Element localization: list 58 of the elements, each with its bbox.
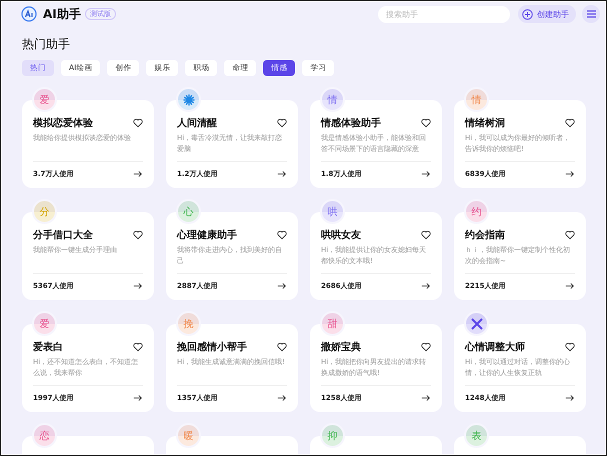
avatar-icon: 分	[32, 199, 57, 224]
arrow-right-icon[interactable]	[277, 393, 287, 403]
avatar-icon: 表	[464, 423, 489, 448]
section-title: 热门助手	[22, 36, 71, 53]
avatar-icon: 抑	[320, 423, 345, 448]
arrow-right-icon[interactable]	[133, 393, 143, 403]
card-title: 撒娇宝典	[321, 340, 361, 354]
card-title: 情感体验助手	[321, 116, 381, 130]
card-title: 心理健康助手	[177, 228, 237, 242]
avatar-icon: 恋	[32, 423, 57, 448]
card-title: 人间清醒	[177, 116, 217, 130]
arrow-right-icon[interactable]	[133, 281, 143, 291]
card-title: 心情调整大师	[465, 340, 525, 354]
arrow-right-icon[interactable]	[565, 169, 575, 179]
arrow-right-icon[interactable]	[277, 169, 287, 179]
app-name: AI助手	[43, 6, 81, 22]
card-title: 约会指南	[465, 228, 505, 242]
heart-icon[interactable]	[277, 118, 287, 128]
heart-icon[interactable]	[133, 342, 143, 352]
logo-icon	[21, 6, 37, 22]
heart-icon[interactable]	[277, 230, 287, 240]
card-title: 挽回感情小帮手	[177, 340, 247, 354]
heart-icon[interactable]	[565, 230, 575, 240]
menu-button[interactable]	[582, 5, 600, 23]
heart-icon[interactable]	[565, 118, 575, 128]
plus-icon	[522, 8, 533, 20]
heart-icon[interactable]	[421, 230, 431, 240]
avatar-icon: 情	[464, 87, 489, 112]
heart-icon[interactable]	[133, 118, 143, 128]
avatar-icon: 爱	[32, 311, 57, 336]
heart-icon[interactable]	[421, 342, 431, 352]
avatar-icon: 爱	[32, 87, 57, 112]
heart-icon[interactable]	[133, 230, 143, 240]
avatar-icon: 心	[176, 199, 201, 224]
arrow-right-icon[interactable]	[421, 281, 431, 291]
arrow-right-icon[interactable]	[133, 169, 143, 179]
card-title: 分手借口大全	[33, 228, 93, 242]
card-title: 模拟恋爱体验	[33, 116, 93, 130]
avatar-icon: 暖	[176, 423, 201, 448]
arrow-right-icon[interactable]	[565, 393, 575, 403]
avatar-icon: 哄	[320, 199, 345, 224]
heart-icon[interactable]	[565, 342, 575, 352]
menu-icon	[586, 10, 596, 18]
arrow-right-icon[interactable]	[565, 281, 575, 291]
heart-icon[interactable]	[277, 342, 287, 352]
card-title: 情绪树洞	[465, 116, 505, 130]
arrow-right-icon[interactable]	[277, 281, 287, 291]
avatar-icon: 情	[320, 87, 345, 112]
card-title: 哄哄女友	[321, 228, 361, 242]
avatar-icon: 甜	[320, 311, 345, 336]
avatar-icon: 约	[464, 199, 489, 224]
heart-icon[interactable]	[421, 118, 431, 128]
arrow-right-icon[interactable]	[421, 169, 431, 179]
arrow-right-icon[interactable]	[421, 393, 431, 403]
card-title: 爱表白	[33, 340, 63, 354]
avatar-icon: 挽	[176, 311, 201, 336]
search-field[interactable]: 搜索助手	[378, 6, 510, 22]
create-button[interactable]: 创建助手	[518, 5, 576, 23]
